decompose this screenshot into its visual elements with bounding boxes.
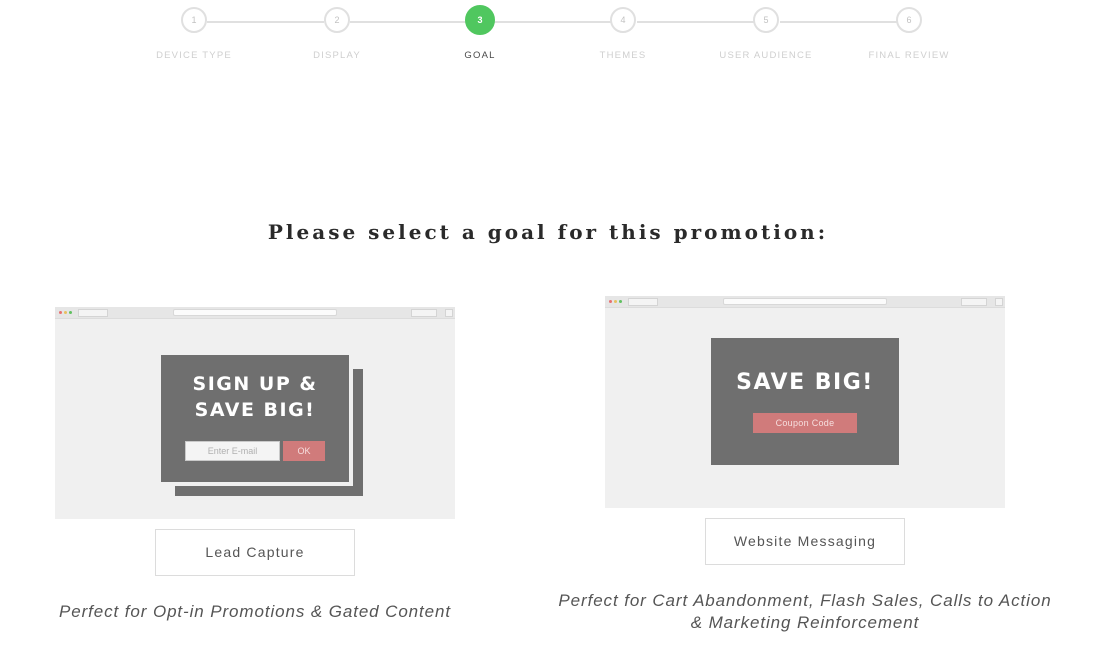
step-number: 4 — [610, 7, 636, 33]
website-messaging-description: Perfect for Cart Abandonment, Flash Sale… — [550, 590, 1060, 634]
step-number: 6 — [896, 7, 922, 33]
popup-title: SIGN UP & — [192, 373, 318, 395]
description-line: & Marketing Reinforcement — [690, 613, 920, 632]
menu-icon — [445, 309, 453, 317]
page-title: Please select a goal for this promotion: — [267, 220, 829, 244]
step-final-review[interactable]: 6 FINAL REVIEW — [849, 7, 969, 61]
browser-toolbar — [605, 296, 1005, 308]
step-label: USER AUDIENCE — [719, 50, 813, 61]
progress-stepper: 1 DEVICE TYPE 2 DISPLAY 3 GOAL 4 THEMES … — [0, 0, 1096, 70]
step-label: DEVICE TYPE — [156, 50, 232, 61]
address-bar — [723, 298, 887, 305]
step-number: 3 — [465, 5, 495, 35]
popup-title: SAVE BIG! — [194, 399, 316, 421]
website-messaging-preview[interactable]: SAVE BIG! Coupon Code — [605, 296, 1005, 508]
maximize-dot-icon — [69, 311, 72, 314]
minimize-dot-icon — [64, 311, 67, 314]
step-label: THEMES — [599, 50, 647, 61]
step-goal[interactable]: 3 GOAL — [420, 5, 540, 61]
lead-capture-button[interactable]: Lead Capture — [155, 529, 355, 576]
step-number: 1 — [181, 7, 207, 33]
step-label: DISPLAY — [313, 50, 361, 61]
step-device-type[interactable]: 1 DEVICE TYPE — [134, 7, 254, 61]
address-bar — [173, 309, 337, 316]
website-messaging-button[interactable]: Website Messaging — [705, 518, 905, 565]
lead-capture-preview[interactable]: SIGN UP & SAVE BIG! Enter E-mail OK — [55, 307, 455, 519]
step-label: GOAL — [464, 50, 496, 61]
step-number: 2 — [324, 7, 350, 33]
nav-buttons-icon — [78, 309, 108, 317]
popup-modal: SIGN UP & SAVE BIG! Enter E-mail OK — [161, 355, 349, 482]
minimize-dot-icon — [614, 300, 617, 303]
close-dot-icon — [609, 300, 612, 303]
popup-modal: SAVE BIG! Coupon Code — [711, 338, 899, 465]
step-themes[interactable]: 4 THEMES — [563, 7, 683, 61]
browser-toolbar — [55, 307, 455, 319]
toolbar-buttons-icon — [411, 309, 437, 317]
toolbar-buttons-icon — [961, 298, 987, 306]
maximize-dot-icon — [619, 300, 622, 303]
lead-capture-description: Perfect for Opt-in Promotions & Gated Co… — [59, 602, 451, 621]
close-dot-icon — [59, 311, 62, 314]
ok-button: OK — [283, 441, 325, 461]
step-label: FINAL REVIEW — [868, 50, 950, 61]
step-number: 5 — [753, 7, 779, 33]
nav-buttons-icon — [628, 298, 658, 306]
menu-icon — [995, 298, 1003, 306]
step-display[interactable]: 2 DISPLAY — [277, 7, 397, 61]
step-user-audience[interactable]: 5 USER AUDIENCE — [706, 7, 826, 61]
email-field: Enter E-mail — [185, 441, 280, 461]
coupon-code-button: Coupon Code — [753, 413, 857, 433]
description-line: Perfect for Cart Abandonment, Flash Sale… — [558, 591, 1052, 610]
popup-title: SAVE BIG! — [736, 370, 874, 395]
